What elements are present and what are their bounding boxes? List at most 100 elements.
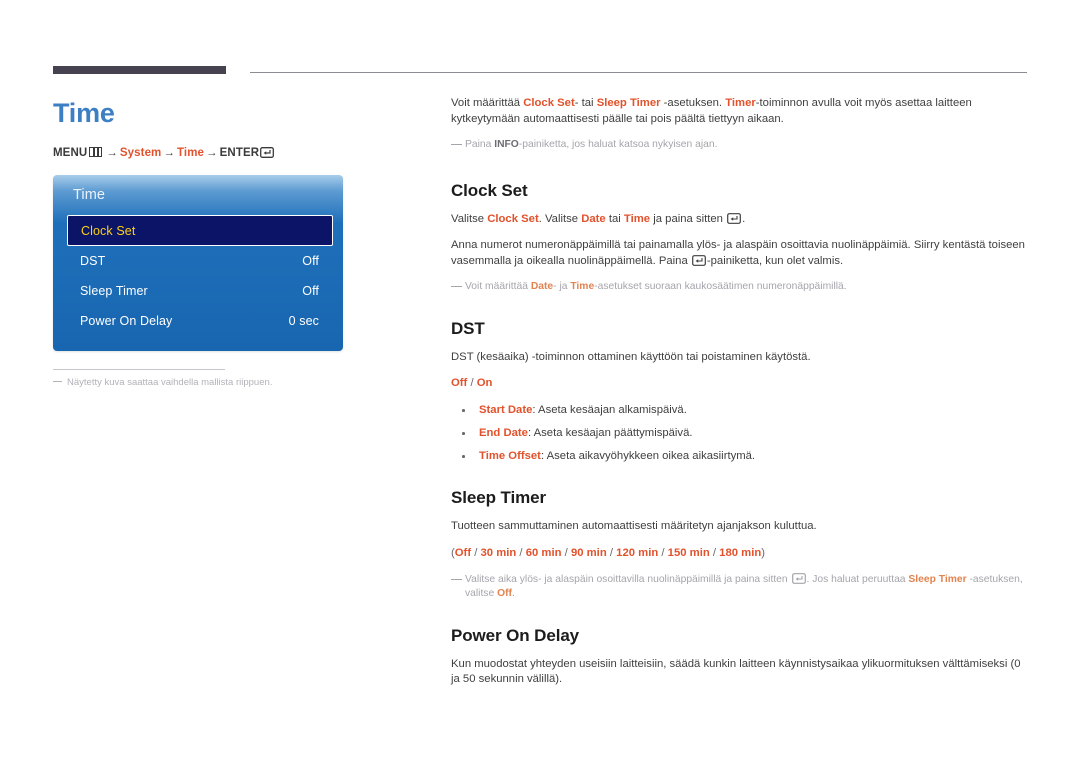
menu-path-breadcrumb: MENU → System → Time → ENTER — [53, 147, 423, 159]
cs-text-e: . — [742, 212, 746, 225]
section-heading-dst: DST — [451, 318, 485, 338]
sleep-timer-note: Valitse aika ylös- ja alaspäin osoittavi… — [451, 572, 1029, 602]
keyword-date: Date — [581, 212, 606, 225]
intro-note: Paina INFO-painiketta, jos haluat katsoa… — [451, 138, 1029, 153]
st-note-d: . — [511, 588, 515, 600]
menu-path-step-time: Time — [177, 147, 205, 159]
intro-text-c: -asetuksen. — [660, 97, 726, 109]
cs-text-b: . Valitse — [538, 212, 582, 225]
power-on-delay-paragraph-1: Kun muodostat yhteyden useisiin laitteis… — [451, 657, 1021, 686]
clock-set-note: Voit määrittää Date- ja Time-asetukset s… — [451, 280, 1029, 295]
osd-menu-panel: Time Clock Set DST Off Sleep Timer Off P… — [53, 175, 343, 351]
sleep-option-5: 150 min — [667, 546, 710, 559]
section-heading-sleep-timer: Sleep Timer — [451, 488, 546, 508]
menu-path-arrow-3: → — [206, 147, 218, 159]
sleep-option-6: 180 min — [719, 546, 762, 559]
list-item: Time Offset: Aseta aikavyöhykkeen oikea … — [451, 449, 1029, 464]
header-thin-rule — [250, 72, 1027, 73]
keyword-off: Off — [497, 588, 512, 600]
osd-row-label: Power On Delay — [80, 314, 173, 328]
osd-row-clock-set[interactable]: Clock Set — [67, 215, 333, 246]
osd-footnote: Näytetty kuva saattaa vaihdella mallista… — [53, 369, 272, 388]
manual-page: Time MENU → System → Time → ENTER Time Clock S… — [0, 0, 1080, 763]
header-rules — [0, 66, 1080, 80]
enter-key-icon — [691, 254, 706, 266]
dst-option-on: On — [476, 377, 493, 390]
intro-note-a: Paina — [465, 139, 495, 150]
keyword-time: Time — [570, 281, 595, 292]
bullet-text: : Aseta aikavyöhykkeen oikea aikasiirtym… — [540, 450, 756, 463]
footnote-text: Näytetty kuva saattaa vaihdella mallista… — [67, 377, 273, 388]
footnote-text-wrap: Näytetty kuva saattaa vaihdella mallista… — [53, 377, 272, 388]
bullet-text: : Aseta kesäajan alkamispäivä. — [532, 404, 687, 417]
keyword-sleep-timer: Sleep Timer — [908, 573, 967, 585]
osd-row-label: DST — [80, 254, 106, 268]
header-thick-rule — [53, 66, 226, 74]
st-note-b: . Jos haluat peruuttaa — [806, 573, 909, 585]
sep: / — [658, 546, 668, 559]
cs-note-a: Voit määrittää — [465, 281, 531, 292]
menu-path-enter-label: ENTER — [219, 147, 260, 159]
menu-path-menu-label: MENU — [53, 147, 88, 159]
keyword-time: Time — [623, 212, 651, 225]
osd-row-label: Sleep Timer — [80, 284, 148, 298]
st-note-a: Valitse aika ylös- ja alaspäin osoittavi… — [465, 573, 791, 585]
osd-row-value: Off — [302, 254, 319, 268]
sleep-timer-paragraph-1: Tuotteen sammuttaminen automaattisesti m… — [451, 520, 817, 533]
sep: / — [561, 546, 571, 559]
sleep-timer-options: (Off / 30 min / 60 min / 90 min / 120 mi… — [451, 546, 1029, 562]
osd-title: Time — [73, 187, 106, 203]
osd-row-sleep-timer[interactable]: Sleep Timer Off — [67, 276, 333, 306]
cs-text-a: Valitse — [451, 212, 488, 225]
osd-row-dst[interactable]: DST Off — [67, 246, 333, 276]
footnote-dash-icon — [53, 381, 62, 382]
sep: / — [606, 546, 617, 559]
intro-note-b: -painiketta, jos haluat katsoa nykyisen … — [518, 139, 718, 150]
cs-text-d: ja paina sitten — [650, 212, 727, 225]
bullet-text: : Aseta kesäajan päättymispäivä. — [527, 427, 693, 440]
clock-set-paragraph-2: Anna numerot numeronäppäimillä tai paina… — [451, 238, 1029, 269]
dst-bullet-list: Start Date: Aseta kesäajan alkamispäivä.… — [451, 403, 1029, 464]
keyword-info: INFO — [494, 139, 519, 150]
keyword-clock-set: Clock Set — [487, 212, 539, 225]
menu-path-arrow-2: → — [163, 147, 175, 159]
keyword-timer: Timer — [725, 97, 756, 109]
right-column: Voit määrittää Clock Set - tai Sleep Time… — [451, 96, 1029, 688]
intro-text-b: - tai — [574, 97, 597, 109]
page-title: Time — [53, 98, 115, 128]
list-item: Start Date: Aseta kesäajan alkamispäivä. — [451, 403, 1029, 418]
list-item: End Date: Aseta kesäajan päättymispäivä. — [451, 426, 1029, 441]
options-close-paren: ) — [761, 546, 765, 559]
dst-options: Off / On — [451, 376, 1029, 392]
left-column: Time MENU → System → Time → ENTER Time Clock S… — [53, 96, 423, 388]
keyword-date: Date — [530, 281, 554, 292]
sleep-option-0: Off — [454, 546, 472, 559]
sleep-option-1: 30 min — [480, 546, 517, 559]
section-heading-clock-set: Clock Set — [451, 180, 528, 200]
osd-row-power-on-delay[interactable]: Power On Delay 0 sec — [67, 306, 333, 336]
menu-path-arrow-1: → — [106, 147, 118, 159]
section-heading-power-on-delay: Power On Delay — [451, 625, 580, 645]
cs-note-c: -asetukset suoraan kaukosäätimen numeron… — [594, 281, 847, 292]
sleep-option-2: 60 min — [525, 546, 562, 559]
footnote-divider — [53, 369, 225, 370]
osd-row-value: 0 sec — [288, 314, 319, 328]
cs-text-c: tai — [605, 212, 624, 225]
keyword-end-date: End Date — [479, 427, 528, 440]
osd-row-list: Clock Set DST Off Sleep Timer Off Power … — [67, 215, 333, 336]
sleep-option-4: 120 min — [616, 546, 659, 559]
keyword-time-offset: Time Offset — [479, 450, 541, 463]
menu-path-step-system: System — [119, 147, 162, 159]
menu-bars-icon — [89, 147, 103, 157]
osd-row-label: Clock Set — [81, 223, 136, 238]
dst-paragraph-1: DST (kesäaika) -toiminnon ottaminen käyt… — [451, 350, 811, 363]
enter-key-icon — [260, 147, 275, 158]
intro-paragraph: Voit määrittää Clock Set- tai Sleep Time… — [451, 96, 1029, 127]
keyword-start-date: Start Date — [479, 404, 533, 417]
dst-option-off: Off — [451, 377, 468, 390]
sep: / — [516, 546, 526, 559]
sleep-option-3: 90 min — [570, 546, 607, 559]
cs-note-b: - ja — [553, 281, 571, 292]
sep: / — [471, 546, 481, 559]
dst-option-separator: / — [467, 377, 477, 390]
